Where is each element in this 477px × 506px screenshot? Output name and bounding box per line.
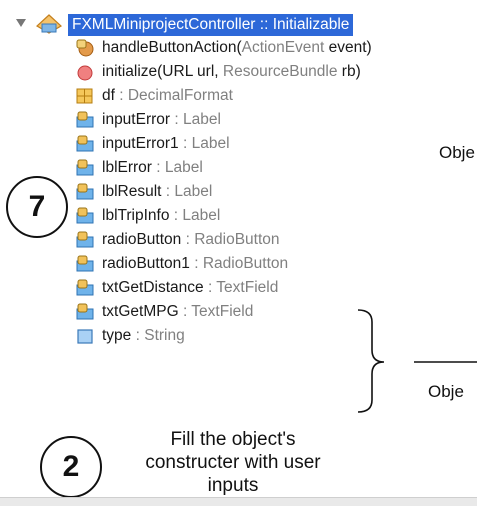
step-7-badge: 7 (6, 176, 68, 238)
callout-object-top: Obje (439, 143, 475, 162)
callout-object-bottom: Obje (428, 382, 464, 401)
bracket-shape (357, 309, 385, 413)
step-2-badge: 2 (40, 436, 102, 498)
instruction-note: Fill the object's constructer with user … (145, 429, 321, 496)
